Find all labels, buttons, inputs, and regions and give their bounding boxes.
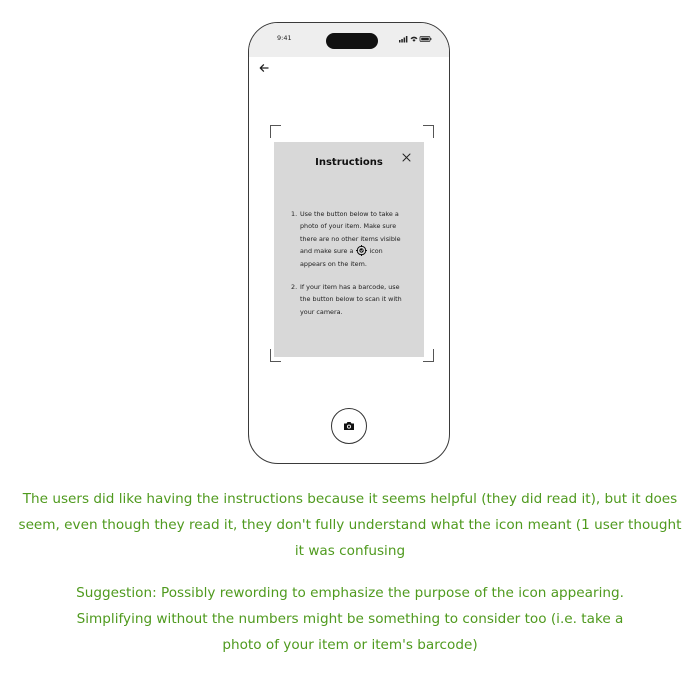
- status-time: 9:41: [277, 34, 292, 42]
- dynamic-island: [326, 33, 378, 49]
- instructions-list: 1. Use the button below to take a photo …: [287, 208, 409, 329]
- instruction-number: 1.: [291, 210, 298, 218]
- feedback-observation: The users did like having the instructio…: [18, 491, 682, 559]
- close-icon[interactable]: [402, 153, 411, 162]
- camera-icon: [344, 422, 354, 430]
- arrow-left-icon[interactable]: [257, 61, 271, 75]
- camera-button[interactable]: [331, 408, 367, 444]
- viewfinder-corner-top-left: [270, 125, 281, 138]
- instruction-item: 1. Use the button below to take a photo …: [287, 208, 409, 270]
- instruction-number: 2.: [291, 283, 298, 292]
- phone-mockup: 9:41 Instructions 1. Use the button belo: [248, 22, 450, 464]
- instruction-text: If your item has a barcode, use the butt…: [300, 283, 402, 316]
- status-icons: [399, 36, 432, 43]
- status-bar: 9:41: [249, 23, 449, 57]
- item-detected-icon: [356, 245, 368, 257]
- feedback-suggestion: Suggestion: Possibly rewording to emphas…: [76, 585, 624, 653]
- viewfinder-corner-top-right: [423, 125, 434, 138]
- instruction-text: Use the button below to take a photo of …: [300, 210, 401, 256]
- instructions-modal: Instructions 1. Use the button below to …: [274, 142, 424, 357]
- instruction-item: 2. If your item has a barcode, use the b…: [287, 281, 409, 318]
- viewfinder-corner-bottom-right: [423, 349, 434, 362]
